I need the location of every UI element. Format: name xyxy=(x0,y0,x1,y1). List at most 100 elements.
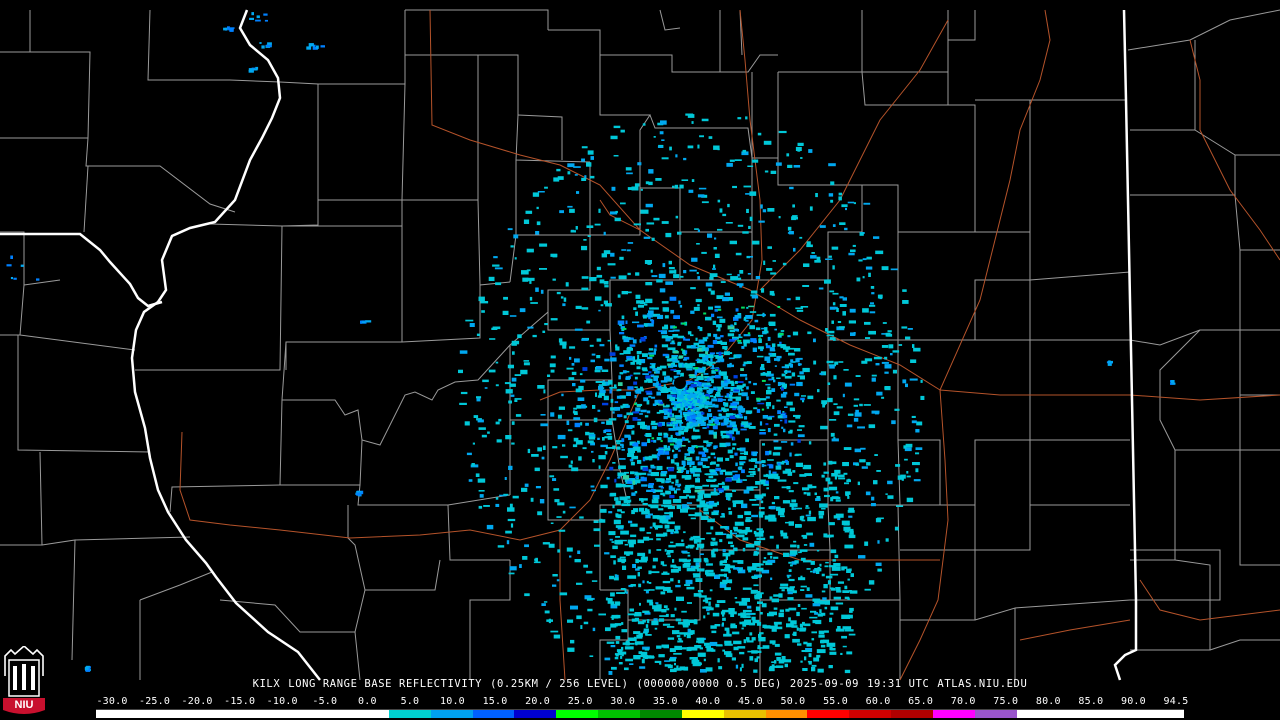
echo-cell xyxy=(695,298,702,303)
echo-cell xyxy=(748,225,751,229)
echo-cell xyxy=(785,369,788,374)
echo-cell xyxy=(838,196,842,201)
echo-cell xyxy=(906,471,909,474)
echo-cell xyxy=(877,294,883,299)
echo-cell xyxy=(760,372,768,376)
echo-cell xyxy=(817,613,823,617)
echo-cell xyxy=(810,570,813,573)
echo-cell xyxy=(793,247,796,252)
echo-cell xyxy=(608,531,616,536)
echo-cell xyxy=(646,410,651,414)
echo-cell xyxy=(718,351,722,356)
echo-cell xyxy=(789,383,796,386)
echo-cell xyxy=(644,538,654,541)
echo-cell xyxy=(581,287,589,291)
echo-cell xyxy=(799,375,805,380)
echo-cell xyxy=(706,532,712,535)
echo-cell xyxy=(699,647,703,650)
echo-cell xyxy=(687,554,691,557)
echo-cell xyxy=(625,167,632,171)
echo-cell xyxy=(915,447,923,450)
echo-cell xyxy=(739,270,744,274)
echo-cell xyxy=(684,402,689,407)
echo-cell xyxy=(587,608,593,612)
echo-cell xyxy=(661,301,669,304)
echo-cell xyxy=(645,390,653,393)
echo-cell xyxy=(629,663,634,665)
echo-cell xyxy=(734,381,738,384)
echo-cell xyxy=(484,387,488,389)
echo-cell xyxy=(521,487,528,492)
echo-cell xyxy=(574,174,578,176)
echo-cell xyxy=(795,307,803,310)
echo-cell xyxy=(511,421,515,425)
echo-cell xyxy=(814,259,821,263)
scale-color-swatch xyxy=(598,710,640,718)
echo-cell xyxy=(761,314,766,317)
scale-color-swatch xyxy=(430,710,473,718)
echo-cell xyxy=(669,658,676,662)
echo-cell xyxy=(716,463,720,467)
scale-color-swatch xyxy=(137,710,180,718)
echo-cell xyxy=(575,388,583,393)
echo-cell xyxy=(248,68,253,72)
echo-cell xyxy=(744,416,748,420)
echo-cell xyxy=(569,208,575,213)
echo-cell xyxy=(477,478,486,483)
echo-cell xyxy=(648,549,651,554)
echo-cell xyxy=(737,478,741,483)
echo-cell xyxy=(758,513,764,518)
echo-cell xyxy=(495,497,499,500)
echo-cell xyxy=(656,538,661,541)
scale-color-swatch xyxy=(1058,710,1101,718)
echo-cell xyxy=(871,377,876,382)
echo-cell xyxy=(481,434,487,438)
echo-cell xyxy=(666,550,674,553)
echo-cell xyxy=(812,620,821,624)
echo-cell xyxy=(648,310,654,315)
echo-cell xyxy=(751,503,759,506)
echo-cell xyxy=(873,236,880,239)
echo-cell xyxy=(667,637,675,640)
echo-cell xyxy=(640,301,646,304)
echo-cell xyxy=(777,479,787,482)
echo-cell xyxy=(773,556,779,559)
echo-cell xyxy=(853,202,856,205)
echo-cell xyxy=(736,385,743,390)
echo-cell xyxy=(571,467,579,472)
echo-cell xyxy=(606,420,613,425)
echo-cell xyxy=(709,273,718,277)
echo-cell xyxy=(662,408,669,411)
echo-cell xyxy=(767,246,772,249)
echo-cell xyxy=(714,305,721,309)
echo-cell xyxy=(661,157,669,160)
echo-cell xyxy=(609,352,616,356)
echo-cell xyxy=(805,594,813,598)
echo-cell xyxy=(672,424,675,429)
echo-cell xyxy=(758,334,764,337)
echo-cell xyxy=(787,335,791,338)
echo-cell xyxy=(775,465,782,470)
echo-cell xyxy=(667,555,671,558)
echo-cell xyxy=(523,219,530,224)
echo-cell xyxy=(570,639,575,644)
echo-cell xyxy=(581,245,588,251)
echo-cell xyxy=(686,368,693,371)
echo-cell xyxy=(663,415,668,420)
echo-cell xyxy=(734,527,738,532)
echo-cell xyxy=(715,393,721,397)
echo-cell xyxy=(788,490,794,493)
echo-cell xyxy=(820,644,826,648)
echo-cell xyxy=(685,113,694,116)
echo-cell xyxy=(707,233,713,238)
echo-cell xyxy=(781,373,786,377)
echo-cell xyxy=(786,623,794,628)
echo-cell xyxy=(725,492,733,498)
echo-cell xyxy=(742,537,749,541)
echo-cell xyxy=(509,503,513,508)
echo-cell xyxy=(617,294,621,298)
echo-cell xyxy=(697,477,700,479)
echo-cell xyxy=(778,130,787,134)
echo-cell xyxy=(266,44,272,47)
echo-cell xyxy=(637,459,642,464)
